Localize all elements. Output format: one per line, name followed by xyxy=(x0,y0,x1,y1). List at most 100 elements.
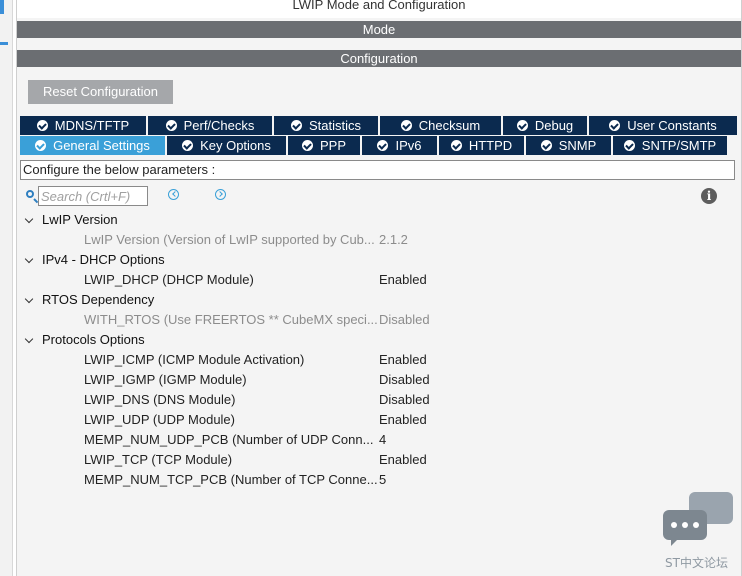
tree-group-rtos-dependency[interactable]: RTOS Dependency xyxy=(17,290,741,310)
group-label: IPv4 - DHCP Options xyxy=(42,252,165,267)
param-row-with-rtos[interactable]: WITH_RTOS (Use FREERTOS ** CubeMX speci.… xyxy=(17,310,741,330)
bubble-dot xyxy=(693,522,699,528)
check-circle-icon xyxy=(623,140,635,151)
configuration-section-header[interactable]: Configuration xyxy=(17,50,741,67)
chevron-down-icon[interactable] xyxy=(24,334,34,344)
param-name: WITH_RTOS (Use FREERTOS ** CubeMX speci.… xyxy=(84,312,378,327)
tree-group-lwip-version[interactable]: LwIP Version xyxy=(17,210,741,230)
check-circle-icon xyxy=(450,140,462,151)
param-name: LWIP_ICMP (ICMP Module Activation) xyxy=(84,352,305,367)
left-edge-marker xyxy=(0,42,8,45)
param-value[interactable]: 5 xyxy=(379,470,386,490)
param-name: LWIP_IGMP (IGMP Module) xyxy=(84,372,247,387)
tab-row-top: MDNS/TFTP Perf/Checks Statistics Checksu… xyxy=(20,116,737,135)
param-value[interactable]: Enabled xyxy=(379,450,427,470)
tab-debug[interactable]: Debug xyxy=(503,116,587,135)
tab-label: Checksum xyxy=(418,118,481,133)
check-circle-icon xyxy=(400,120,412,131)
tab-key-options[interactable]: Key Options xyxy=(167,136,286,155)
param-name: MEMP_NUM_UDP_PCB (Number of UDP Conn... xyxy=(84,432,374,447)
watermark-text: ST中文论坛 xyxy=(665,556,728,570)
param-value: Disabled xyxy=(379,312,430,327)
tab-httpd[interactable]: HTTPD xyxy=(439,136,524,155)
tab-sntp-smtp[interactable]: SNTP/SMTP xyxy=(613,136,727,155)
param-row-lwip-version[interactable]: LwIP Version (Version of LwIP supported … xyxy=(17,230,741,250)
param-row-lwip-tcp[interactable]: LWIP_TCP (TCP Module) Enabled xyxy=(17,450,741,470)
parameters-hint: Configure the below parameters : xyxy=(20,160,735,180)
chevron-down-icon[interactable] xyxy=(24,214,34,224)
param-value[interactable]: Enabled xyxy=(379,410,427,430)
tab-label: Statistics xyxy=(308,118,361,133)
param-name: LwIP Version (Version of LwIP supported … xyxy=(84,232,375,247)
reset-configuration-button[interactable]: Reset Configuration xyxy=(28,80,173,104)
group-label: Protocols Options xyxy=(42,332,145,347)
mode-section-header[interactable]: Mode xyxy=(17,21,741,38)
param-row-lwip-icmp[interactable]: LWIP_ICMP (ICMP Module Activation) Enabl… xyxy=(17,350,741,370)
check-circle-icon xyxy=(301,140,313,151)
previous-match-icon[interactable] xyxy=(168,189,179,200)
check-circle-icon xyxy=(35,140,47,151)
tree-group-ipv4-dhcp[interactable]: IPv4 - DHCP Options xyxy=(17,250,741,270)
tab-label: HTTPD xyxy=(468,138,513,153)
search-icon xyxy=(26,190,34,198)
left-edge-marker xyxy=(0,0,4,14)
info-icon[interactable]: i xyxy=(701,188,717,204)
next-match-icon[interactable] xyxy=(215,189,226,200)
check-circle-icon xyxy=(182,140,194,151)
check-circle-icon xyxy=(36,120,48,131)
bubble-dot xyxy=(671,522,677,528)
left-edge-strip xyxy=(0,0,13,576)
tab-label: Debug xyxy=(534,118,574,133)
forum-watermark: ST中文论坛 xyxy=(663,492,737,570)
param-row-lwip-dns[interactable]: LWIP_DNS (DNS Module) Disabled xyxy=(17,390,741,410)
tab-label: PPP xyxy=(319,138,346,153)
tab-snmp[interactable]: SNMP xyxy=(526,136,611,155)
param-value[interactable]: Disabled xyxy=(379,370,430,390)
tab-statistics[interactable]: Statistics xyxy=(274,116,378,135)
tab-row-bottom: General Settings Key Options PPP IPv6 HT… xyxy=(20,136,737,155)
check-circle-icon xyxy=(609,120,621,131)
search-input[interactable] xyxy=(38,186,148,206)
chevron-down-icon[interactable] xyxy=(24,254,34,264)
tab-ipv6[interactable]: IPv6 xyxy=(362,136,437,155)
tab-user-constants[interactable]: User Constants xyxy=(589,116,737,135)
param-name: LWIP_UDP (UDP Module) xyxy=(84,412,235,427)
tab-label: IPv6 xyxy=(395,138,422,153)
chevron-down-icon[interactable] xyxy=(24,294,34,304)
check-circle-icon xyxy=(516,120,528,131)
param-name: MEMP_NUM_TCP_PCB (Number of TCP Conne... xyxy=(84,472,378,487)
tab-label: SNMP xyxy=(558,138,597,153)
check-circle-icon xyxy=(290,120,302,131)
check-circle-icon xyxy=(540,140,552,151)
window-title: LWIP Mode and Configuration xyxy=(17,0,741,18)
param-value[interactable]: Enabled xyxy=(379,350,427,370)
check-circle-icon xyxy=(377,140,389,151)
tab-label: General Settings xyxy=(53,138,150,153)
configuration-panel: LWIP Mode and Configuration Mode Configu… xyxy=(16,0,742,576)
param-row-lwip-udp[interactable]: LWIP_UDP (UDP Module) Enabled xyxy=(17,410,741,430)
tab-ppp[interactable]: PPP xyxy=(288,136,360,155)
param-name: LWIP_DNS (DNS Module) xyxy=(84,392,236,407)
param-value[interactable]: Enabled xyxy=(379,270,427,290)
param-row-lwip-dhcp[interactable]: LWIP_DHCP (DHCP Module) Enabled xyxy=(17,270,741,290)
tab-label: Key Options xyxy=(200,138,271,153)
group-label: LwIP Version xyxy=(42,212,118,227)
param-name: LWIP_DHCP (DHCP Module) xyxy=(84,272,254,287)
tree-group-protocols-options[interactable]: Protocols Options xyxy=(17,330,741,350)
param-value[interactable]: Disabled xyxy=(379,390,430,410)
tab-label: SNTP/SMTP xyxy=(641,138,717,153)
param-row-lwip-igmp[interactable]: LWIP_IGMP (IGMP Module) Disabled xyxy=(17,370,741,390)
bubble-dot xyxy=(682,522,688,528)
tab-perf-checks[interactable]: Perf/Checks xyxy=(148,116,272,135)
tab-label: MDNS/TFTP xyxy=(54,118,130,133)
group-label: RTOS Dependency xyxy=(42,292,155,307)
param-row-memp-num-udp-pcb[interactable]: MEMP_NUM_UDP_PCB (Number of UDP Conn... … xyxy=(17,430,741,450)
param-value: 2.1.2 xyxy=(379,232,408,247)
tab-checksum[interactable]: Checksum xyxy=(380,116,501,135)
param-name: LWIP_TCP (TCP Module) xyxy=(84,452,233,467)
check-circle-icon xyxy=(165,120,177,131)
tab-mdns-tftp[interactable]: MDNS/TFTP xyxy=(20,116,146,135)
tab-general-settings[interactable]: General Settings xyxy=(20,136,165,155)
param-row-memp-num-tcp-pcb[interactable]: MEMP_NUM_TCP_PCB (Number of TCP Conne...… xyxy=(17,470,741,490)
param-value[interactable]: 4 xyxy=(379,430,386,450)
